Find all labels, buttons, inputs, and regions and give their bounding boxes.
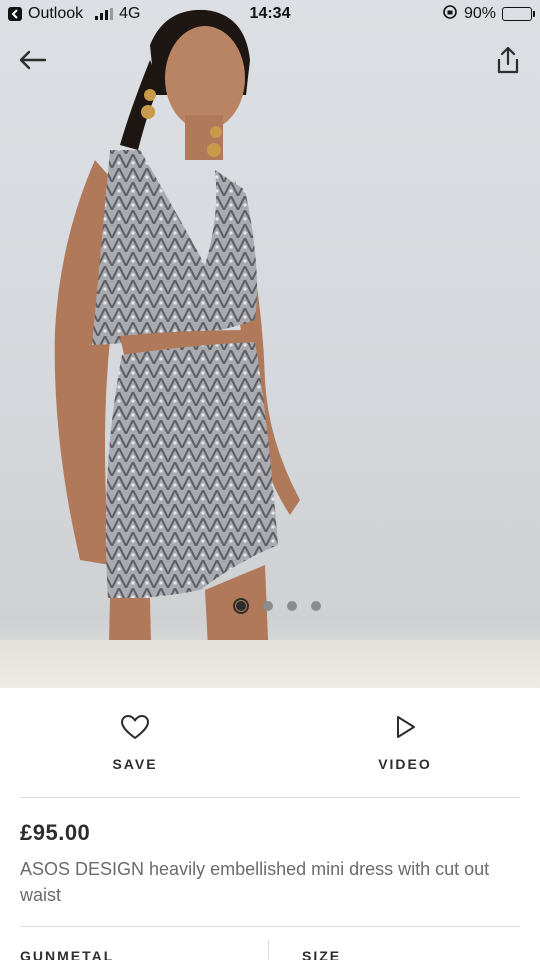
model-photo	[0, 9, 540, 688]
battery-percent: 90%	[463, 5, 496, 22]
heart-icon	[121, 715, 149, 739]
floor	[0, 640, 540, 688]
carousel-dot-3[interactable]	[287, 601, 297, 611]
share-icon	[497, 46, 519, 74]
share-button[interactable]	[492, 44, 524, 76]
arrow-left-icon	[19, 50, 47, 70]
product-image[interactable]	[0, 0, 540, 688]
save-label: SAVE	[112, 756, 158, 772]
clock: 14:34	[249, 5, 291, 22]
video-button[interactable]: VIDEO	[270, 688, 540, 798]
size-selector[interactable]: SIZE	[288, 948, 341, 960]
product-title: ASOS DESIGN heavily embellished mini dre…	[20, 859, 490, 905]
back-app-label[interactable]: Outlook	[28, 5, 83, 23]
back-button[interactable]	[16, 44, 48, 76]
carousel-dot-1[interactable]	[233, 598, 249, 614]
rotation-lock-icon	[442, 4, 458, 25]
image-carousel-dots	[0, 598, 540, 614]
carousel-dot-2[interactable]	[263, 601, 273, 611]
colour-selector[interactable]: GUNMETAL	[20, 948, 114, 960]
action-row: SAVE VIDEO	[0, 688, 540, 798]
product-price: £95.00	[20, 820, 91, 845]
play-icon	[397, 716, 415, 738]
video-label: VIDEO	[378, 756, 432, 772]
carousel-dot-4[interactable]	[311, 601, 321, 611]
save-button[interactable]: SAVE	[0, 688, 270, 798]
signal-icon	[95, 8, 114, 20]
network-label: 4G	[119, 5, 141, 22]
status-bar: Outlook 4G 14:34 90%	[0, 0, 540, 28]
battery-icon	[502, 7, 535, 21]
divider	[20, 797, 520, 798]
option-separator	[268, 940, 269, 960]
back-to-app-icon[interactable]	[8, 7, 22, 21]
divider	[20, 926, 520, 927]
